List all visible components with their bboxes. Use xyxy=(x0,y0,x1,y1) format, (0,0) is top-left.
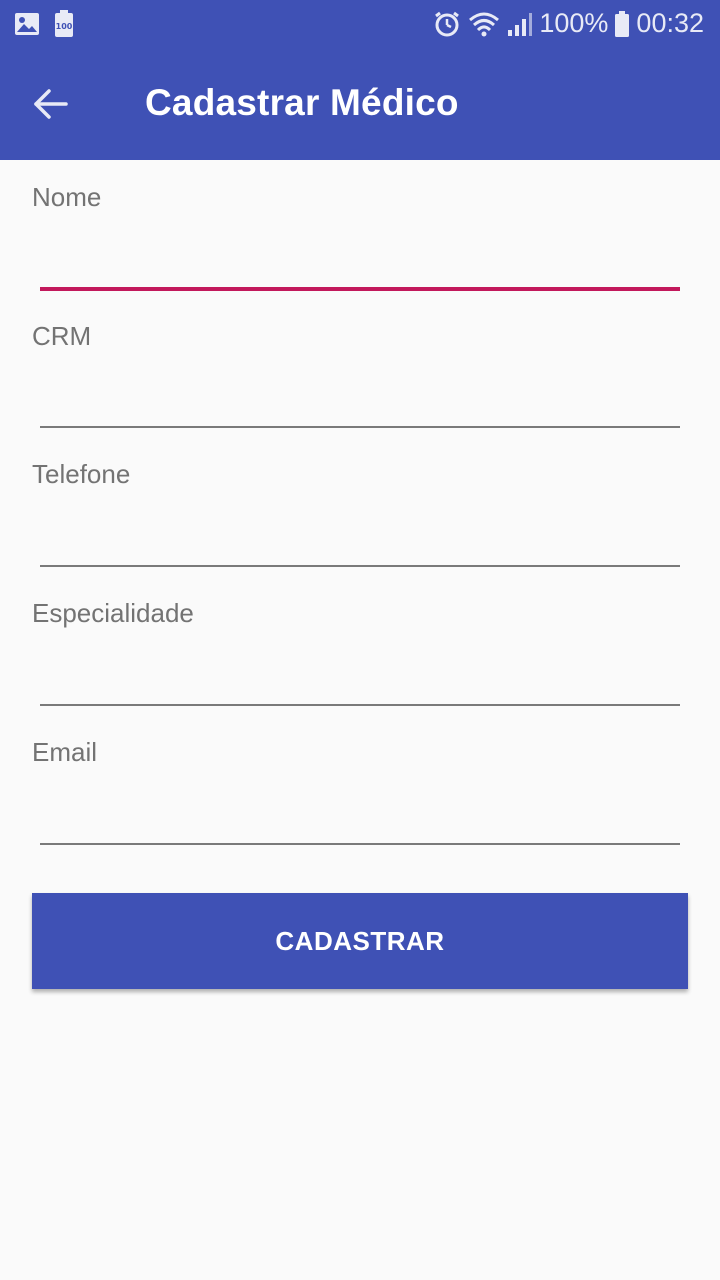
svg-text:100: 100 xyxy=(56,22,73,31)
status-bar-right: 100% 00:32 xyxy=(433,8,704,39)
signal-icon xyxy=(507,10,533,38)
status-bar: 100 100% 00:32 xyxy=(0,0,720,50)
page-title: Cadastrar Médico xyxy=(145,82,459,123)
specialty-input[interactable] xyxy=(40,648,680,706)
register-button[interactable]: CADASTRAR xyxy=(32,893,688,989)
crm-label: CRM xyxy=(32,321,92,351)
app-toolbar: Cadastrar Médico xyxy=(0,50,720,160)
email-underline xyxy=(40,843,680,845)
alarm-icon xyxy=(433,10,461,38)
arrow-back-icon xyxy=(32,88,68,125)
wifi-icon xyxy=(467,10,501,38)
email-input[interactable] xyxy=(40,787,680,845)
phone-label: Telefone xyxy=(32,459,131,489)
battery-percent: 100% xyxy=(539,8,609,38)
back-button[interactable] xyxy=(22,78,78,134)
name-input[interactable] xyxy=(40,232,680,290)
battery-icon xyxy=(614,10,630,38)
specialty-label: Especialidade xyxy=(32,598,194,628)
crm-input[interactable] xyxy=(40,371,680,429)
specialty-underline xyxy=(40,704,680,706)
email-label: Email xyxy=(32,737,98,767)
crm-underline xyxy=(40,426,680,428)
status-bar-left: 100 xyxy=(14,10,74,38)
phone-underline xyxy=(40,565,680,567)
gallery-icon xyxy=(14,12,40,36)
battery-100-icon: 100 xyxy=(54,10,74,38)
status-time: 00:32 xyxy=(636,8,704,38)
phone-input[interactable] xyxy=(40,509,680,567)
name-label: Nome xyxy=(32,182,102,212)
name-underline xyxy=(40,287,680,291)
